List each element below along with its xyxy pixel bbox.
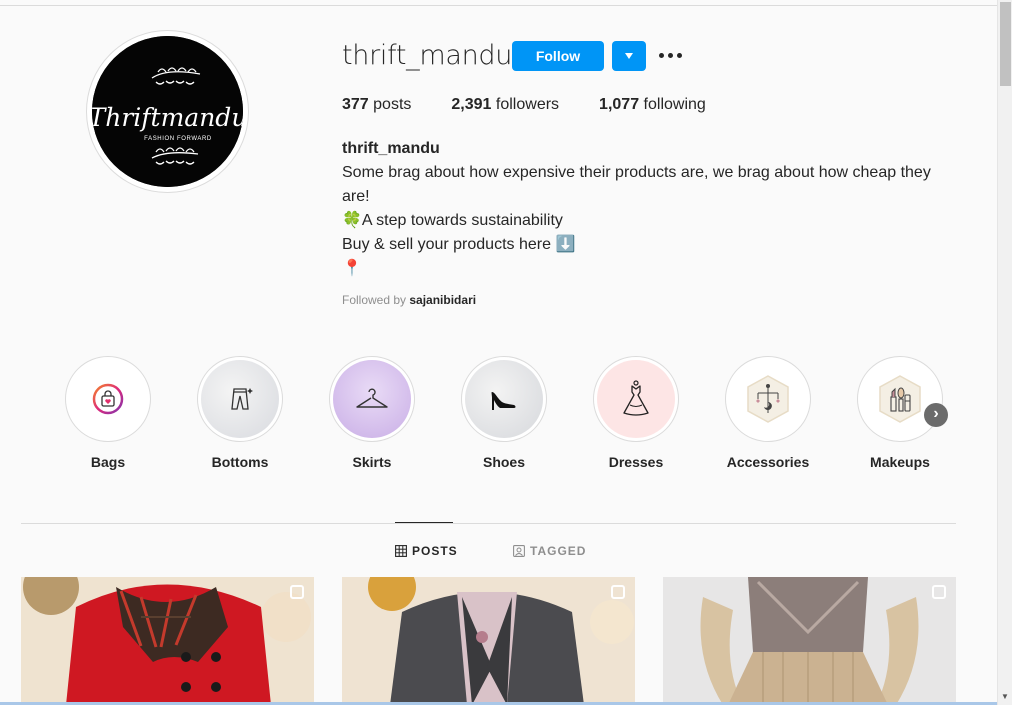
logo-tagline: FASHION FORWARD	[144, 136, 212, 142]
highlights-next-arrow-icon[interactable]: ›	[924, 403, 948, 427]
tabs-divider	[21, 523, 956, 524]
profile-username: thrift_mandu	[342, 40, 513, 71]
suggested-accounts-dropdown-button[interactable]	[612, 41, 646, 71]
logo-script-text: Thriftmandu	[92, 103, 243, 132]
followed-by-user[interactable]: sajanibidari	[409, 293, 476, 307]
tagged-user-icon	[513, 545, 525, 557]
highlight-dresses[interactable]: Dresses	[593, 356, 679, 470]
top-divider	[0, 5, 997, 6]
followed-by[interactable]: Followed by sajanibidari	[342, 293, 476, 307]
followers-label: followers	[495, 96, 560, 113]
grid-icon	[395, 545, 407, 557]
more-options-icon[interactable]	[659, 50, 683, 62]
scroll-down-arrow-icon[interactable]: ▼	[1001, 692, 1009, 701]
bag-icon	[92, 383, 124, 415]
followers-stat[interactable]: 2,391 followers	[451, 96, 559, 114]
multiple-photos-icon	[290, 585, 304, 599]
highlight-label: Accessories	[726, 454, 810, 470]
following-stat[interactable]: 1,077 following	[599, 96, 706, 114]
post-image-grey-blazer	[342, 577, 635, 705]
highlight-label: Makeups	[870, 454, 930, 470]
post-thumbnail[interactable]	[342, 577, 635, 705]
post-image-beige-dress	[663, 577, 956, 705]
scrollbar-thumb[interactable]	[1000, 2, 1011, 86]
dress-icon	[623, 380, 649, 416]
posts-count: 377	[342, 96, 369, 113]
tab-posts-label: POSTS	[412, 544, 458, 558]
accessories-icon	[747, 375, 789, 423]
bio-name: thrift_mandu	[342, 140, 440, 157]
vertical-scrollbar[interactable]: ▼	[997, 0, 1012, 705]
highlight-accessories[interactable]: Accessories	[725, 356, 811, 470]
tab-posts[interactable]: POSTS	[395, 544, 458, 558]
bio-line: Some brag about how expensive their prod…	[342, 164, 931, 205]
posts-stat: 377 posts	[342, 96, 411, 114]
profile-bio: thrift_mandu Some brag about how expensi…	[342, 137, 942, 281]
profile-avatar[interactable]: Thriftmandu FASHION FORWARD	[86, 30, 249, 193]
profile-stats: 377 posts 2,391 followers 1,077 followin…	[342, 96, 746, 114]
highlight-bottoms[interactable]: Bottoms	[197, 356, 283, 470]
followed-by-prefix: Followed by	[342, 293, 407, 307]
highlight-label: Bags	[90, 454, 126, 470]
following-label: following	[643, 96, 706, 113]
post-thumbnail[interactable]	[663, 577, 956, 705]
highlight-bags[interactable]: Bags	[65, 356, 151, 470]
highlight-label: Dresses	[608, 454, 664, 470]
hanger-icon	[356, 388, 388, 408]
multiple-photos-icon	[932, 585, 946, 599]
bio-line: 🍀A step towards sustainability	[342, 212, 563, 229]
posts-label: posts	[373, 96, 412, 113]
tab-tagged-label: TAGGED	[530, 544, 587, 558]
bottoms-icon	[231, 388, 253, 410]
highlight-label: Bottoms	[211, 454, 269, 470]
highlight-skirts[interactable]: Skirts	[329, 356, 415, 470]
makeup-icon	[879, 375, 921, 423]
post-thumbnail[interactable]	[21, 577, 314, 705]
active-tab-indicator	[395, 522, 453, 523]
highlight-label: Skirts	[352, 454, 392, 470]
following-count: 1,077	[599, 96, 640, 113]
highlight-shoes[interactable]: Shoes	[461, 356, 547, 470]
profile-logo: Thriftmandu FASHION FORWARD	[92, 36, 243, 187]
tab-tagged[interactable]: TAGGED	[513, 544, 586, 558]
highlight-label: Shoes	[482, 454, 525, 470]
high-heel-icon	[491, 392, 516, 410]
followers-count: 2,391	[451, 96, 492, 113]
bio-line: 📍	[342, 260, 362, 277]
multiple-photos-icon	[611, 585, 625, 599]
bio-line: Buy & sell your products here ⬇️	[342, 236, 576, 253]
post-image-red-coat	[21, 577, 314, 705]
follow-button[interactable]: Follow	[512, 41, 604, 71]
